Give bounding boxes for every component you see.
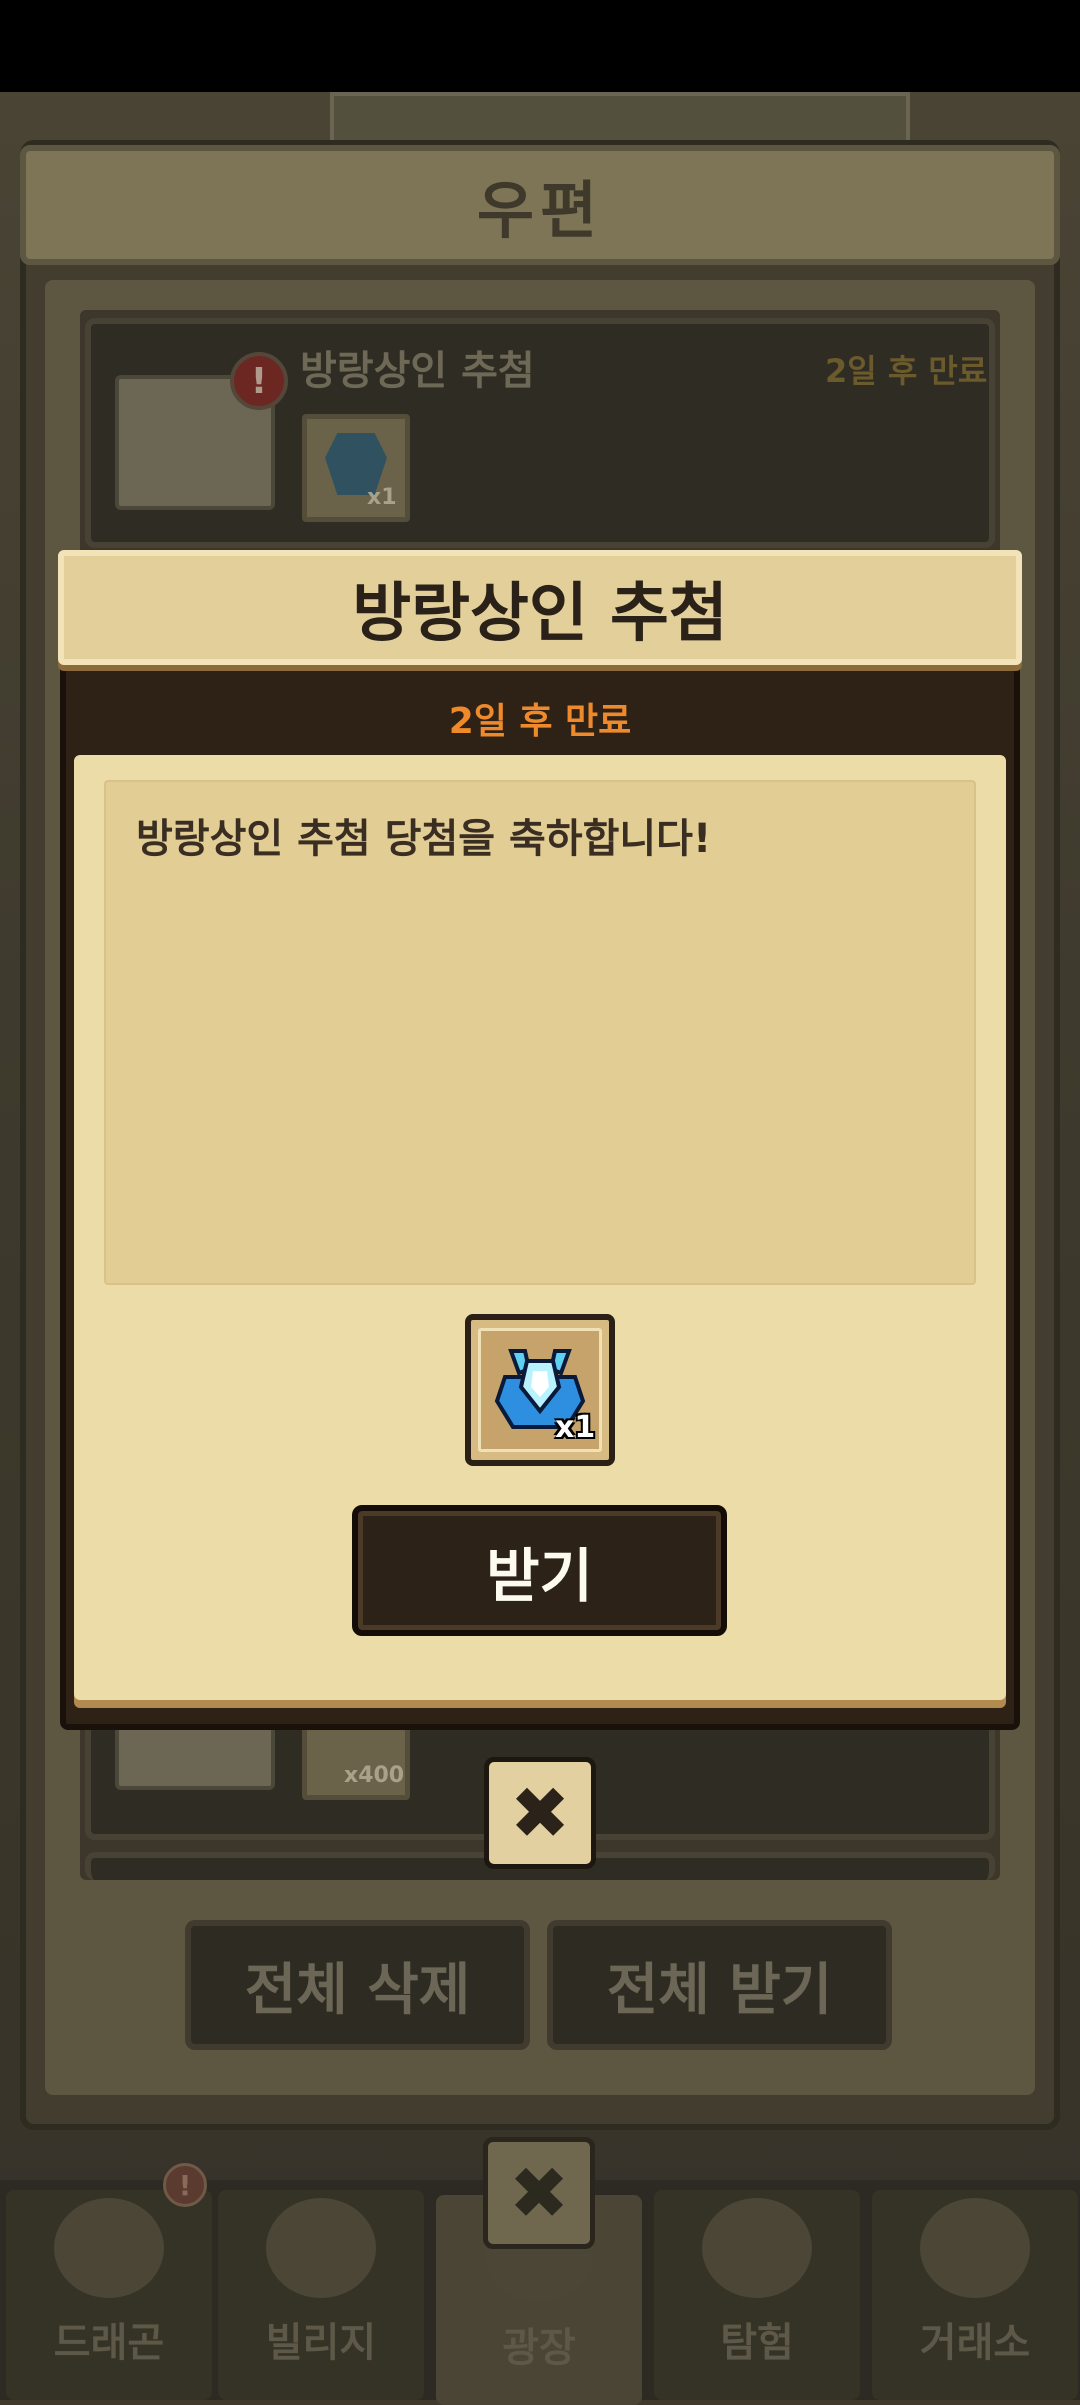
nav-badge: ! bbox=[163, 2163, 207, 2207]
popup-title: 방랑상인 추첨 bbox=[352, 576, 728, 651]
popup-titlebar: 방랑상인 추첨 bbox=[58, 550, 1022, 665]
claim-all-button[interactable]: 전체 받기 bbox=[547, 1920, 892, 2050]
nav-tab-dragon[interactable]: 드래곤 bbox=[6, 2190, 212, 2400]
mail-window-title: 우편 bbox=[476, 174, 604, 247]
status-bar bbox=[0, 0, 1080, 92]
reward-qty: x1 bbox=[367, 485, 397, 510]
nav-tab-label: 드래곤 bbox=[53, 2320, 165, 2366]
reward-qty: x400 bbox=[344, 1763, 405, 1788]
close-popup-button[interactable]: ✖ bbox=[484, 1757, 596, 1869]
message-text: 방랑상인 추첨 당첨을 축하합니다! bbox=[136, 816, 712, 862]
nav-tab-label: 광장 bbox=[502, 2325, 576, 2371]
delete-all-button[interactable]: 전체 삭제 bbox=[185, 1920, 530, 2050]
compass-icon bbox=[702, 2198, 812, 2298]
nav-tab-label: 거래소 bbox=[919, 2320, 1031, 2366]
house-icon bbox=[266, 2198, 376, 2298]
nav-tab-label: 빌리지 bbox=[265, 2320, 377, 2366]
close-icon: ✖ bbox=[508, 2151, 570, 2235]
nav-tab-explore[interactable]: 탐험 bbox=[654, 2190, 860, 2400]
popup-expire: 2일 후 만료 bbox=[448, 701, 632, 742]
claim-button[interactable]: 받기 bbox=[352, 1505, 727, 1636]
close-icon: ✖ bbox=[509, 1771, 571, 1855]
mail-item-expire: 2일 후 만료 bbox=[825, 352, 988, 390]
claim-button-label: 받기 bbox=[486, 1541, 593, 1610]
reward-qty: x1 bbox=[555, 1410, 596, 1445]
alert-icon: ! bbox=[230, 352, 288, 410]
mail-header: 우편 bbox=[20, 145, 1060, 265]
nav-tab-village[interactable]: 빌리지 bbox=[218, 2190, 424, 2400]
close-mail-button[interactable]: ✖ bbox=[483, 2137, 595, 2249]
nav-tab-exchange[interactable]: 거래소 bbox=[872, 2190, 1078, 2400]
scale-icon bbox=[920, 2198, 1030, 2298]
message-box: 방랑상인 추첨 당첨을 축하합니다! bbox=[104, 780, 976, 1285]
nav-tab-label: 탐험 bbox=[720, 2320, 794, 2366]
mail-item-title: 방랑상인 추첨 bbox=[300, 348, 535, 394]
dragon-icon bbox=[54, 2198, 164, 2298]
